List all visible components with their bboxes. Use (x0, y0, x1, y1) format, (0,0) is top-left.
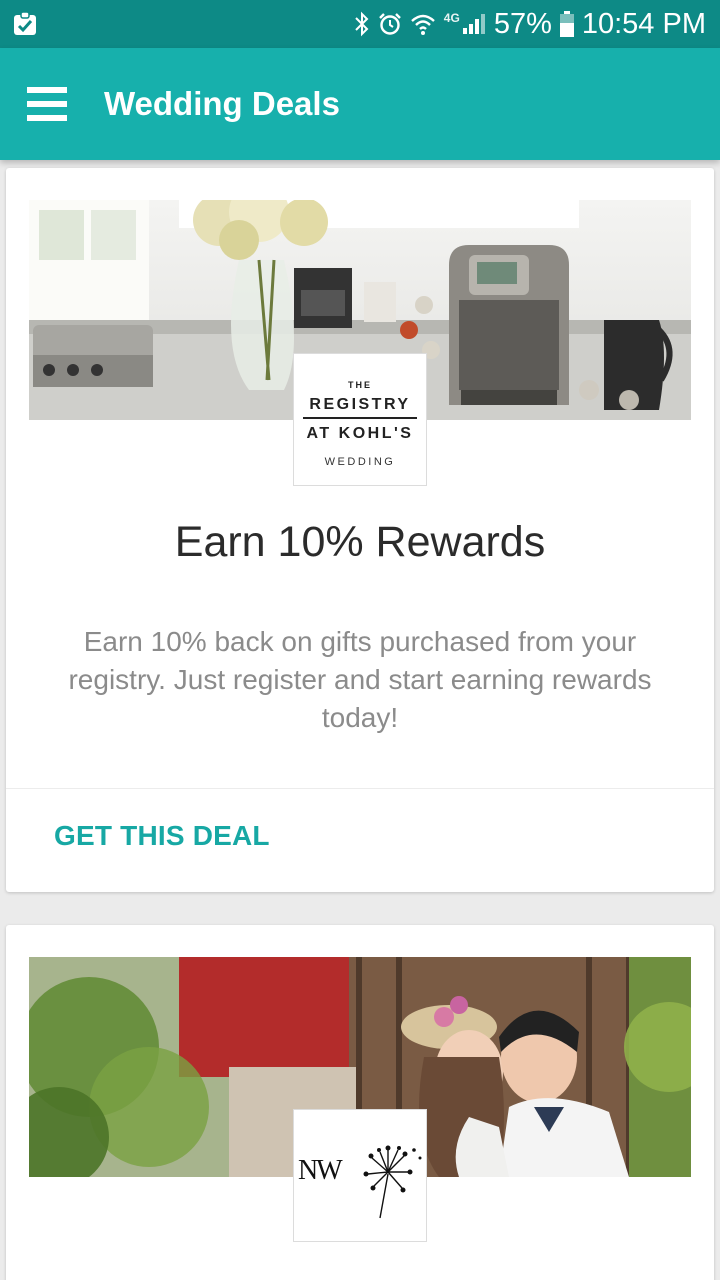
app-bar: Wedding Deals (0, 48, 720, 160)
get-deal-button[interactable]: GET THIS DEAL (54, 820, 270, 852)
bluetooth-icon (355, 11, 369, 37)
logo-line-top: THE (348, 380, 372, 390)
hamburger-menu-icon[interactable] (24, 84, 70, 124)
alarm-icon (378, 13, 401, 35)
battery-icon (559, 11, 574, 37)
signal-icon (462, 14, 485, 34)
clock: 10:54 PM (581, 7, 706, 40)
page-title: Wedding Deals (104, 85, 340, 122)
deal-description: Earn 10% back on gifts purchased from yo… (68, 626, 652, 733)
nw-logo: NW (293, 1109, 427, 1242)
card-divider (6, 788, 714, 789)
logo-line-main-1: REGISTRY (309, 396, 411, 413)
logo-line-bottom: WEDDING (324, 456, 396, 468)
deal-card[interactable]: THE REGISTRY AT KOHL'S WEDDING Earn 10% … (6, 168, 714, 892)
deal-title: Earn 10% Rewards (174, 518, 546, 566)
logo-rule (303, 417, 417, 419)
clipboard-check-icon (14, 11, 36, 35)
status-bar: 4G 57% 10:54 PM (0, 0, 720, 48)
dandelion-icon (363, 1145, 422, 1219)
network-type-label: 4G (443, 11, 460, 25)
wifi-icon (410, 14, 435, 35)
deal-card[interactable]: NW (6, 925, 714, 1280)
logo-line-main-2: AT KOHL'S (306, 425, 414, 442)
battery-percent: 57% (493, 7, 552, 40)
nw-logo-text: NW (298, 1155, 343, 1186)
registry-logo: THE REGISTRY AT KOHL'S WEDDING (293, 353, 427, 486)
